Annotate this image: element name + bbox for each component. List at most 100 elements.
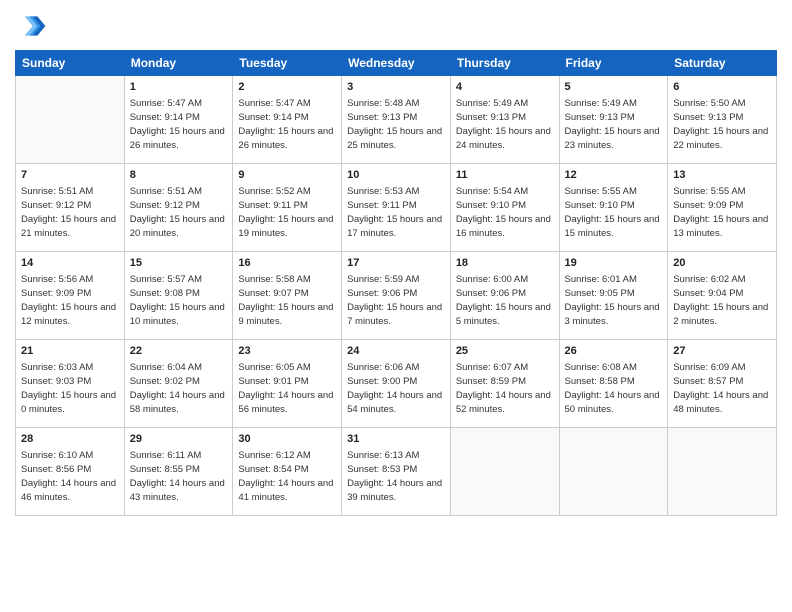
logo-icon bbox=[15, 10, 47, 42]
calendar-cell: 29 Sunrise: 6:11 AMSunset: 8:55 PMDayligh… bbox=[124, 428, 233, 516]
day-info: Sunrise: 5:48 AMSunset: 9:13 PMDaylight:… bbox=[347, 97, 445, 152]
day-info: Sunrise: 5:47 AMSunset: 9:14 PMDaylight:… bbox=[238, 97, 336, 152]
calendar-cell: 26 Sunrise: 6:08 AMSunset: 8:58 PMDayligh… bbox=[559, 340, 668, 428]
weekday-header-sunday: Sunday bbox=[16, 51, 125, 76]
day-number: 28 bbox=[21, 432, 119, 447]
day-number: 29 bbox=[130, 432, 228, 447]
day-number: 13 bbox=[673, 168, 771, 183]
calendar-cell: 30Sunrise: 6:12 AMSunset: 8:54 PMDayligh… bbox=[233, 428, 342, 516]
weekday-header-row: SundayMondayTuesdayWednesdayThursdayFrid… bbox=[16, 51, 777, 76]
day-info: Sunrise: 6:13 AMSunset: 8:53 PMDaylight:… bbox=[347, 449, 445, 504]
calendar-cell: 13 Sunrise: 5:55 AMSunset: 9:09 PMDayligh… bbox=[668, 164, 777, 252]
day-number: 20 bbox=[673, 256, 771, 271]
day-info: Sunrise: 5:56 AMSunset: 9:09 PMDaylight:… bbox=[21, 273, 119, 328]
day-info: Sunrise: 5:59 AMSunset: 9:06 PMDaylight:… bbox=[347, 273, 445, 328]
calendar-cell: 10Sunrise: 5:53 AMSunset: 9:11 PMDayligh… bbox=[342, 164, 451, 252]
day-number: 3 bbox=[347, 80, 445, 95]
calendar-cell: 20 Sunrise: 6:02 AMSunset: 9:04 PMDayligh… bbox=[668, 252, 777, 340]
calendar-cell: 25 Sunrise: 6:07 AMSunset: 8:59 PMDayligh… bbox=[450, 340, 559, 428]
day-info: Sunrise: 6:01 AMSunset: 9:05 PMDaylight:… bbox=[565, 273, 663, 328]
weekday-header-tuesday: Tuesday bbox=[233, 51, 342, 76]
day-number: 23 bbox=[238, 344, 336, 359]
calendar-cell: 8Sunrise: 5:51 AMSunset: 9:12 PMDaylight… bbox=[124, 164, 233, 252]
day-info: Sunrise: 5:49 AMSunset: 9:13 PMDaylight:… bbox=[456, 97, 554, 152]
logo bbox=[15, 10, 51, 42]
calendar-cell: 19 Sunrise: 6:01 AMSunset: 9:05 PMDayligh… bbox=[559, 252, 668, 340]
calendar-cell: 7 Sunrise: 5:51 AMSunset: 9:12 PMDaylight… bbox=[16, 164, 125, 252]
day-info: Sunrise: 5:47 AMSunset: 9:14 PMDaylight:… bbox=[130, 97, 228, 152]
day-number: 11 bbox=[456, 168, 554, 183]
day-info: Sunrise: 5:51 AMSunset: 9:12 PMDaylight:… bbox=[21, 185, 119, 240]
day-info: Sunrise: 6:00 AMSunset: 9:06 PMDaylight:… bbox=[456, 273, 554, 328]
calendar-cell: 9 Sunrise: 5:52 AMSunset: 9:11 PMDaylight… bbox=[233, 164, 342, 252]
page: SundayMondayTuesdayWednesdayThursdayFrid… bbox=[0, 0, 792, 612]
calendar-cell: 5 Sunrise: 5:49 AMSunset: 9:13 PMDaylight… bbox=[559, 76, 668, 164]
calendar-cell bbox=[668, 428, 777, 516]
calendar-cell: 24 Sunrise: 6:06 AMSunset: 9:00 PMDayligh… bbox=[342, 340, 451, 428]
day-number: 25 bbox=[456, 344, 554, 359]
day-info: Sunrise: 6:09 AMSunset: 8:57 PMDaylight:… bbox=[673, 361, 771, 416]
day-number: 2 bbox=[238, 80, 336, 95]
calendar-cell: 31 Sunrise: 6:13 AMSunset: 8:53 PMDayligh… bbox=[342, 428, 451, 516]
weekday-header-saturday: Saturday bbox=[668, 51, 777, 76]
day-number: 17 bbox=[347, 256, 445, 271]
day-number: 5 bbox=[565, 80, 663, 95]
day-number: 21 bbox=[21, 344, 119, 359]
calendar-cell: 27 Sunrise: 6:09 AMSunset: 8:57 PMDayligh… bbox=[668, 340, 777, 428]
calendar-cell: 23 Sunrise: 6:05 AMSunset: 9:01 PMDayligh… bbox=[233, 340, 342, 428]
day-info: Sunrise: 6:06 AMSunset: 9:00 PMDaylight:… bbox=[347, 361, 445, 416]
day-info: Sunrise: 5:55 AMSunset: 9:09 PMDaylight:… bbox=[673, 185, 771, 240]
calendar-cell: 17 Sunrise: 5:59 AMSunset: 9:06 PMDayligh… bbox=[342, 252, 451, 340]
day-info: Sunrise: 6:07 AMSunset: 8:59 PMDaylight:… bbox=[456, 361, 554, 416]
day-info: Sunrise: 6:05 AMSunset: 9:01 PMDaylight:… bbox=[238, 361, 336, 416]
day-info: Sunrise: 6:11 AMSunset: 8:55 PMDaylight:… bbox=[130, 449, 228, 504]
day-number: 7 bbox=[21, 168, 119, 183]
day-number: 4 bbox=[456, 80, 554, 95]
day-info: Sunrise: 6:04 AMSunset: 9:02 PMDaylight:… bbox=[130, 361, 228, 416]
calendar-table: SundayMondayTuesdayWednesdayThursdayFrid… bbox=[15, 50, 777, 516]
weekday-header-friday: Friday bbox=[559, 51, 668, 76]
day-number: 14 bbox=[21, 256, 119, 271]
day-number: 12 bbox=[565, 168, 663, 183]
calendar-cell: 1 Sunrise: 5:47 AMSunset: 9:14 PMDaylight… bbox=[124, 76, 233, 164]
day-number: 10 bbox=[347, 168, 445, 183]
week-row-1: 1 Sunrise: 5:47 AMSunset: 9:14 PMDaylight… bbox=[16, 76, 777, 164]
calendar-cell: 28Sunrise: 6:10 AMSunset: 8:56 PMDayligh… bbox=[16, 428, 125, 516]
calendar-cell: 3 Sunrise: 5:48 AMSunset: 9:13 PMDaylight… bbox=[342, 76, 451, 164]
day-info: Sunrise: 6:02 AMSunset: 9:04 PMDaylight:… bbox=[673, 273, 771, 328]
calendar-cell: 15Sunrise: 5:57 AMSunset: 9:08 PMDayligh… bbox=[124, 252, 233, 340]
day-info: Sunrise: 5:49 AMSunset: 9:13 PMDaylight:… bbox=[565, 97, 663, 152]
day-number: 31 bbox=[347, 432, 445, 447]
calendar-cell: 18Sunrise: 6:00 AMSunset: 9:06 PMDayligh… bbox=[450, 252, 559, 340]
day-info: Sunrise: 6:08 AMSunset: 8:58 PMDaylight:… bbox=[565, 361, 663, 416]
day-number: 6 bbox=[673, 80, 771, 95]
day-info: Sunrise: 6:03 AMSunset: 9:03 PMDaylight:… bbox=[21, 361, 119, 416]
week-row-5: 28Sunrise: 6:10 AMSunset: 8:56 PMDayligh… bbox=[16, 428, 777, 516]
day-number: 30 bbox=[238, 432, 336, 447]
day-info: Sunrise: 5:54 AMSunset: 9:10 PMDaylight:… bbox=[456, 185, 554, 240]
calendar-cell: 2 Sunrise: 5:47 AMSunset: 9:14 PMDaylight… bbox=[233, 76, 342, 164]
weekday-header-wednesday: Wednesday bbox=[342, 51, 451, 76]
day-info: Sunrise: 5:50 AMSunset: 9:13 PMDaylight:… bbox=[673, 97, 771, 152]
day-number: 26 bbox=[565, 344, 663, 359]
week-row-3: 14 Sunrise: 5:56 AMSunset: 9:09 PMDayligh… bbox=[16, 252, 777, 340]
day-number: 16 bbox=[238, 256, 336, 271]
day-number: 15 bbox=[130, 256, 228, 271]
calendar-cell: 4 Sunrise: 5:49 AMSunset: 9:13 PMDaylight… bbox=[450, 76, 559, 164]
day-info: Sunrise: 5:52 AMSunset: 9:11 PMDaylight:… bbox=[238, 185, 336, 240]
weekday-header-thursday: Thursday bbox=[450, 51, 559, 76]
week-row-2: 7 Sunrise: 5:51 AMSunset: 9:12 PMDaylight… bbox=[16, 164, 777, 252]
day-number: 1 bbox=[130, 80, 228, 95]
calendar-cell: 12 Sunrise: 5:55 AMSunset: 9:10 PMDayligh… bbox=[559, 164, 668, 252]
calendar-cell bbox=[16, 76, 125, 164]
day-number: 22 bbox=[130, 344, 228, 359]
calendar-cell bbox=[559, 428, 668, 516]
day-info: Sunrise: 5:55 AMSunset: 9:10 PMDaylight:… bbox=[565, 185, 663, 240]
calendar-cell: 11 Sunrise: 5:54 AMSunset: 9:10 PMDayligh… bbox=[450, 164, 559, 252]
calendar-cell: 6 Sunrise: 5:50 AMSunset: 9:13 PMDaylight… bbox=[668, 76, 777, 164]
calendar-cell: 22 Sunrise: 6:04 AMSunset: 9:02 PMDayligh… bbox=[124, 340, 233, 428]
day-number: 24 bbox=[347, 344, 445, 359]
day-number: 19 bbox=[565, 256, 663, 271]
day-number: 27 bbox=[673, 344, 771, 359]
day-number: 9 bbox=[238, 168, 336, 183]
